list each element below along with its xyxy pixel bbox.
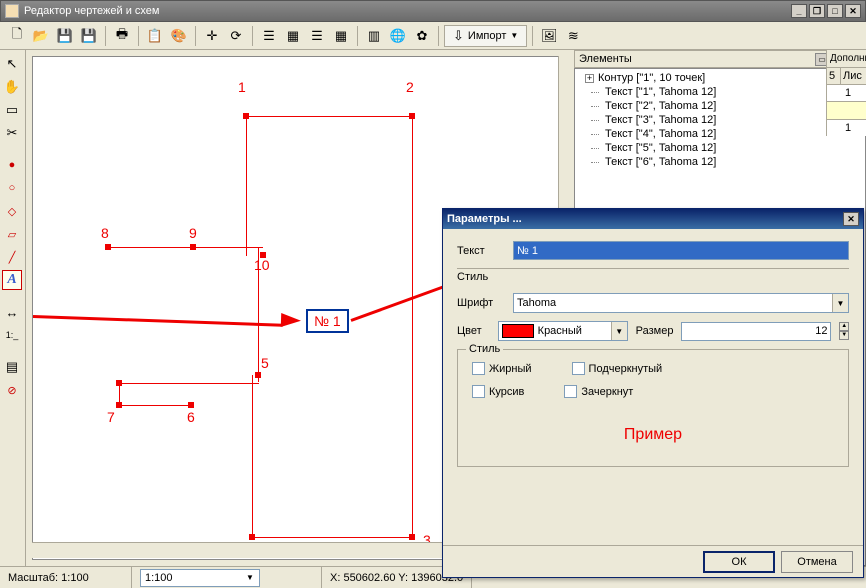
elements-panel-header: Элементы ▭ ⫠ ✕: [574, 50, 866, 68]
parameters-dialog: Параметры ... ✕ Текст Стиль Шрифт Tahoma…: [442, 208, 864, 578]
chevron-down-icon: ▼: [611, 322, 627, 340]
minimize-button[interactable]: _: [791, 4, 807, 18]
vertex-label-10: 10: [254, 257, 270, 273]
objects-icon[interactable]: ▦: [330, 25, 352, 47]
bold-checkbox[interactable]: Жирный: [472, 362, 532, 375]
dialog-close-button[interactable]: ✕: [843, 212, 859, 226]
main-toolbar: 🗋 📂 💾 💾 🖶 📋 🎨 ✛ ⟳ ☰ ▦ ☰ ▦ ▥ 🌐 ✿ ⇩ Импорт…: [0, 22, 866, 50]
restore-button[interactable]: ❐: [809, 4, 825, 18]
close-button[interactable]: ✕: [845, 4, 861, 18]
axes-icon[interactable]: ✛: [201, 25, 223, 47]
vertex-label-7: 7: [107, 409, 115, 425]
pointer-tool[interactable]: ↖: [2, 54, 22, 74]
color-swatch: [502, 324, 534, 338]
size-input[interactable]: [681, 322, 831, 341]
text-tool[interactable]: A: [2, 270, 22, 290]
import-button[interactable]: ⇩ Импорт ▼: [444, 25, 527, 47]
window-title: Редактор чертежей и схем: [24, 5, 791, 17]
list-icon[interactable]: ☰: [258, 25, 280, 47]
open-file-icon[interactable]: 📂: [30, 25, 52, 47]
vertex-label-9: 9: [189, 225, 197, 241]
maximize-button[interactable]: □: [827, 4, 843, 18]
tree-item-text[interactable]: Текст ["1", Tahoma 12]: [577, 85, 863, 99]
new-file-icon[interactable]: 🗋: [6, 25, 28, 47]
grid-icon[interactable]: ▦: [282, 25, 304, 47]
side-tab-extra[interactable]: Дополни: [827, 50, 866, 68]
underline-checkbox[interactable]: Подчеркнутый: [572, 362, 663, 375]
chevron-down-icon: ▼: [510, 31, 518, 40]
import-label: Импорт: [468, 30, 506, 42]
dialog-footer: ОК Отмена: [443, 545, 863, 577]
polyline-tool[interactable]: ◇: [2, 201, 22, 221]
vertex-label-1: 1: [238, 79, 246, 95]
chevron-down-icon[interactable]: ▼: [246, 573, 254, 582]
layer-tool[interactable]: ▤: [2, 357, 22, 377]
crop-tool[interactable]: ✂: [2, 123, 22, 143]
print-icon[interactable]: 🖶: [111, 25, 133, 47]
refresh-icon[interactable]: ⟳: [225, 25, 247, 47]
delete-tool[interactable]: ⊘: [2, 380, 22, 400]
tree-item-text[interactable]: Текст ["5", Tahoma 12]: [577, 141, 863, 155]
status-scale-label: Масштаб: 1:100: [0, 567, 132, 588]
dialog-titlebar[interactable]: Параметры ... ✕: [443, 209, 863, 229]
save-all-icon[interactable]: 💾: [78, 25, 100, 47]
tree-item-text[interactable]: Текст ["6", Tahoma 12]: [577, 155, 863, 169]
size-step-up[interactable]: ▲: [839, 322, 849, 331]
style-fieldset: Стиль Жирный Подчеркнутый Курсив Зачеркн…: [457, 349, 849, 467]
elements-panel-title: Элементы: [579, 53, 815, 65]
pan-tool[interactable]: ✋: [2, 77, 22, 97]
select-tool[interactable]: ▭: [2, 100, 22, 120]
circle-tool[interactable]: ○: [2, 178, 22, 198]
chevron-down-icon: ▼: [832, 294, 848, 312]
tree-expand-icon[interactable]: +: [585, 74, 594, 83]
color-label: Цвет: [457, 325, 490, 337]
vertex-label-6: 6: [187, 409, 195, 425]
tree-item-text[interactable]: Текст ["2", Tahoma 12]: [577, 99, 863, 113]
copy-icon[interactable]: 📋: [144, 25, 166, 47]
canvas-text-object[interactable]: № 1: [306, 309, 349, 333]
point-tool[interactable]: ●: [2, 155, 22, 175]
vertex-label-5: 5: [261, 355, 269, 371]
font-select[interactable]: Tahoma ▼: [513, 293, 849, 313]
scale-input[interactable]: [140, 569, 260, 587]
line-tool[interactable]: ╱: [2, 247, 22, 267]
import-icon: ⇩: [453, 28, 464, 44]
polygon-tool[interactable]: ▱: [2, 224, 22, 244]
strike-checkbox[interactable]: Зачеркнут: [564, 385, 633, 398]
export-image-icon[interactable]: 🖼: [538, 25, 560, 47]
size-step-down[interactable]: ▼: [839, 331, 849, 340]
preview-text: Пример: [472, 426, 834, 444]
dialog-title: Параметры ...: [447, 213, 843, 225]
cancel-button[interactable]: Отмена: [781, 551, 853, 573]
text-input[interactable]: [513, 241, 849, 260]
vertex-label-8: 8: [101, 225, 109, 241]
left-toolbar: ↖ ✋ ▭ ✂ ● ○ ◇ ▱ ╱ A ↔ 1:_ ▤ ⊘: [0, 50, 26, 566]
palette-icon[interactable]: 🎨: [168, 25, 190, 47]
app-icon: [5, 4, 19, 18]
annotation-tool[interactable]: 1:_: [2, 325, 22, 345]
ok-button[interactable]: ОК: [703, 551, 775, 573]
dimension-tool[interactable]: ↔: [2, 302, 22, 322]
font-label: Шрифт: [457, 297, 505, 309]
window-titlebar: Редактор чертежей и схем _ ❐ □ ✕: [0, 0, 866, 22]
style-group-legend: Стиль: [466, 343, 503, 355]
size-label: Размер: [636, 325, 674, 337]
tree-item-text[interactable]: Текст ["3", Tahoma 12]: [577, 113, 863, 127]
settings-icon[interactable]: ✿: [411, 25, 433, 47]
vertex-label-2: 2: [406, 79, 414, 95]
tree-item-contour[interactable]: +Контур ["1", 10 точек]: [577, 71, 863, 85]
columns-icon[interactable]: ▥: [363, 25, 385, 47]
save-icon[interactable]: 💾: [54, 25, 76, 47]
text-field-label: Текст: [457, 245, 505, 257]
italic-checkbox[interactable]: Курсив: [472, 385, 524, 398]
tree-item-text[interactable]: Текст ["4", Tahoma 12]: [577, 127, 863, 141]
export-layers-icon[interactable]: ≋: [562, 25, 584, 47]
style-section-label: Стиль: [457, 268, 849, 283]
layers-icon[interactable]: ☰: [306, 25, 328, 47]
color-select[interactable]: Красный ▼: [498, 321, 628, 341]
side-panel-fragment: Дополни 5 Лис 1 1: [826, 50, 866, 136]
globe-icon[interactable]: 🌐: [387, 25, 409, 47]
